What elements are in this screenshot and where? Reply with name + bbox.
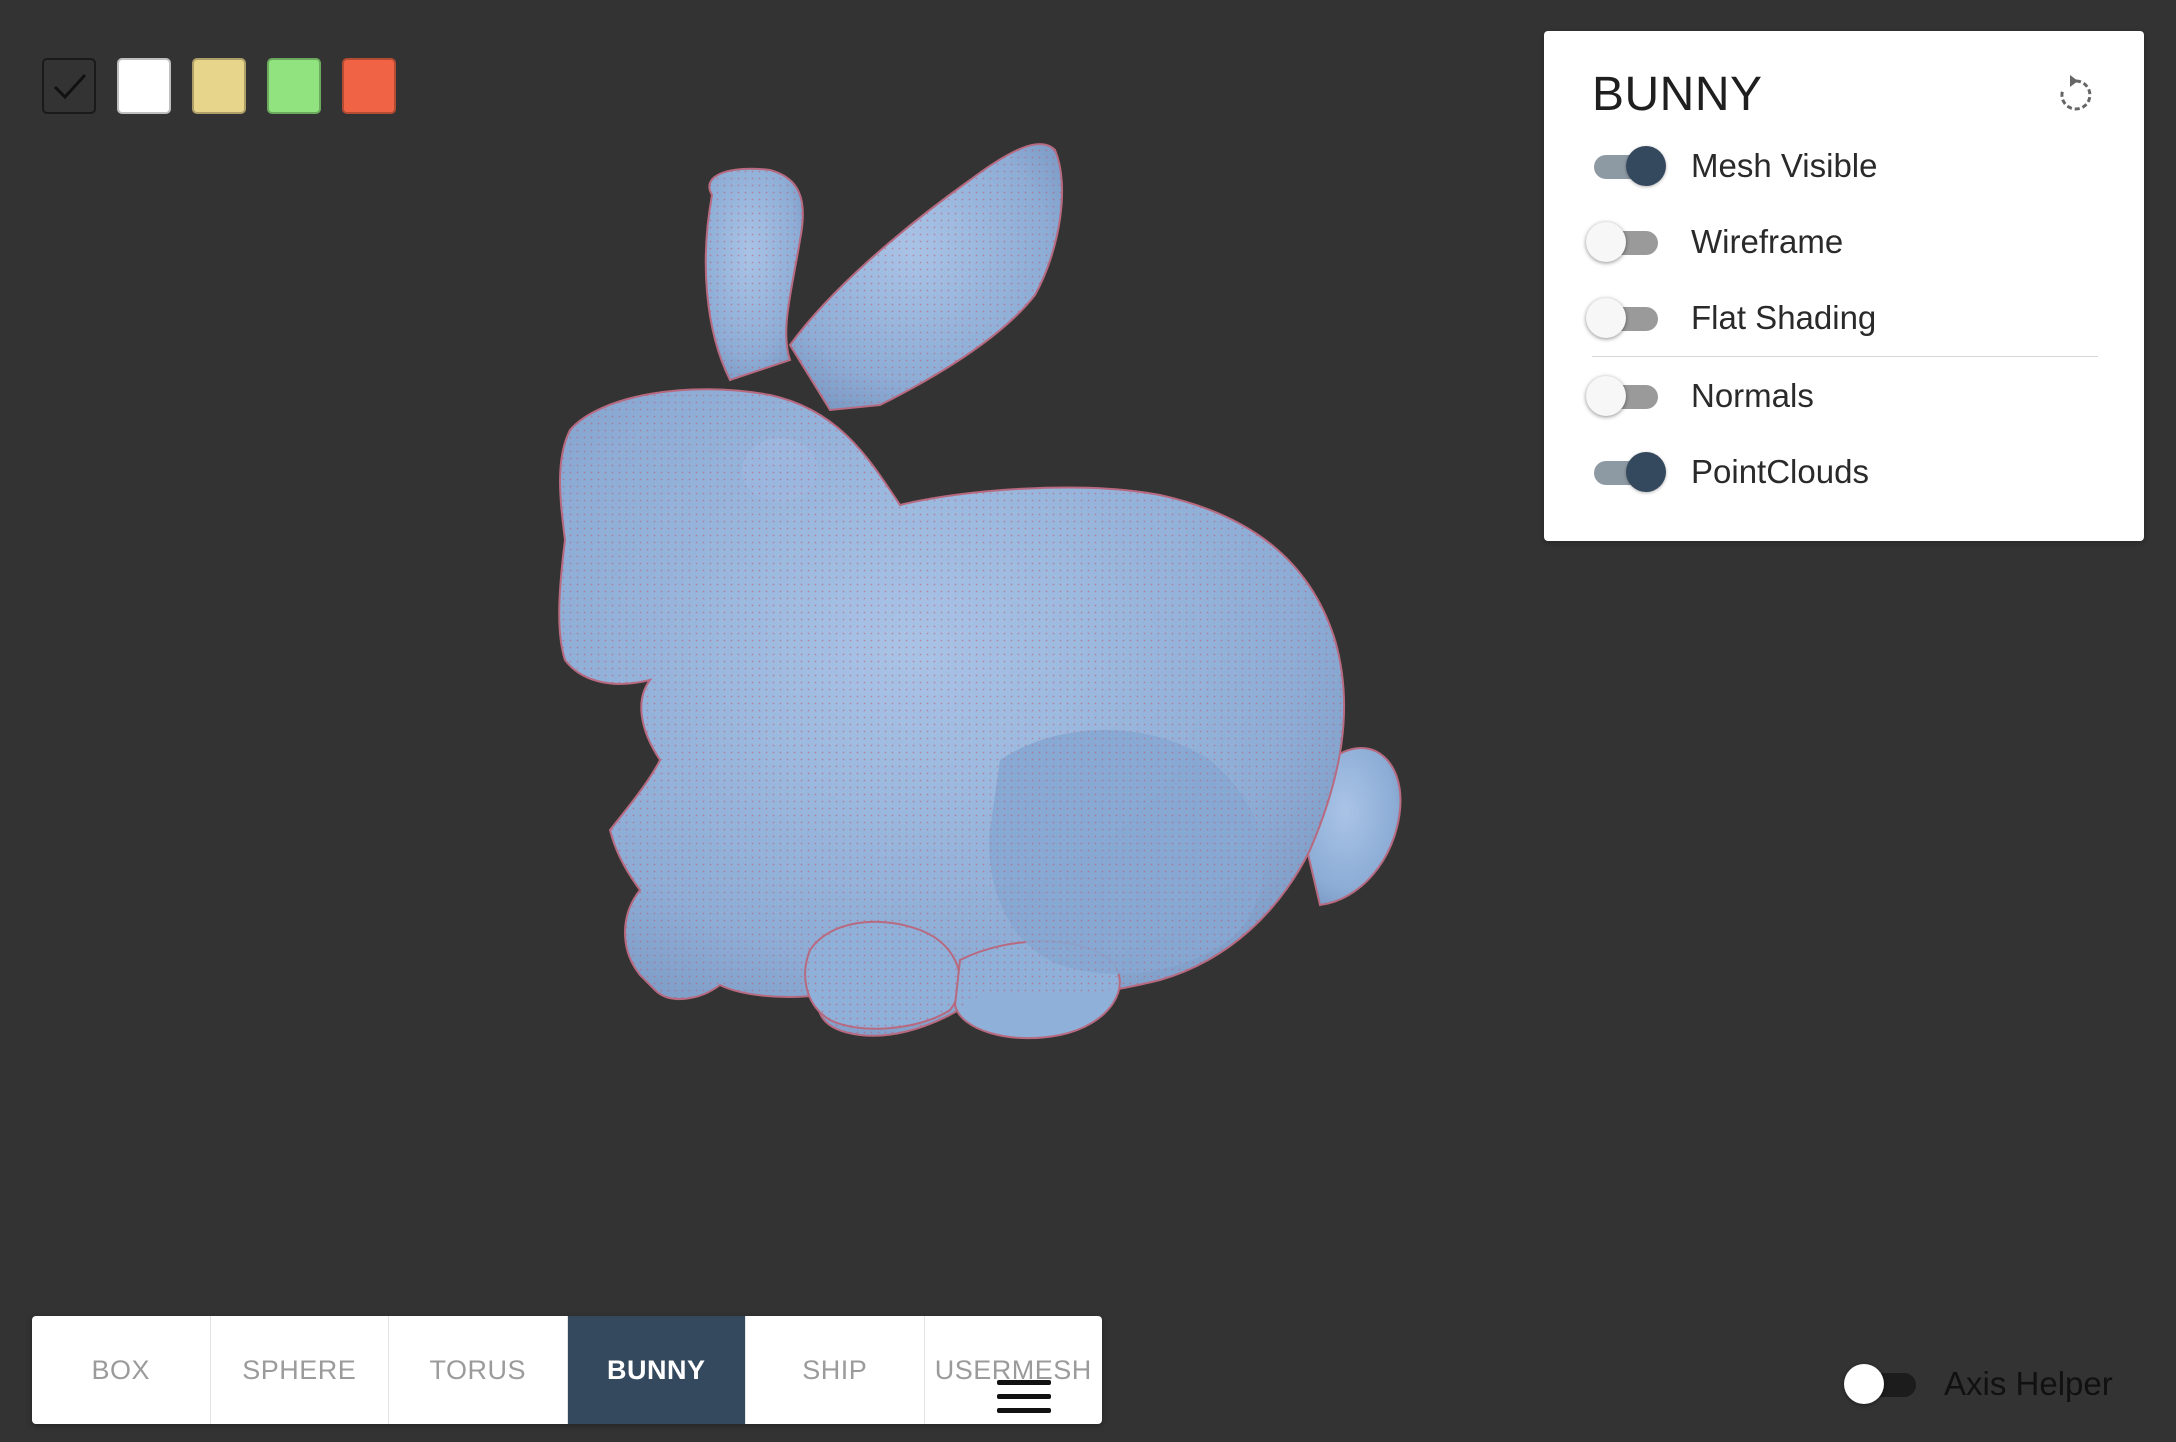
option-row-normals: Normals: [1586, 366, 1814, 426]
tab-ship[interactable]: SHIP: [746, 1316, 925, 1424]
tab-torus[interactable]: TORUS: [389, 1316, 568, 1424]
panel-title: BUNNY: [1592, 68, 1763, 121]
axis-helper: Axis Helper: [1844, 1364, 2113, 1404]
option-row-mesh-visible: Mesh Visible: [1588, 136, 1877, 196]
option-label: Mesh Visible: [1691, 147, 1878, 184]
pointclouds-toggle[interactable]: [1588, 452, 1666, 492]
3d-viewport[interactable]: [0, 0, 1540, 1300]
option-row-pointclouds: PointClouds: [1588, 442, 1869, 502]
wireframe-toggle[interactable]: [1586, 222, 1664, 262]
option-label: PointClouds: [1691, 453, 1869, 490]
panel-divider: [1592, 356, 2098, 357]
option-row-wireframe: Wireframe: [1586, 212, 1844, 272]
tab-sphere[interactable]: SPHERE: [211, 1316, 389, 1424]
option-label: Wireframe: [1691, 223, 1844, 260]
rotate-ccw-icon[interactable]: [2054, 73, 2098, 117]
bunny-model: [558, 143, 1402, 1040]
axis-helper-toggle[interactable]: [1844, 1364, 1922, 1404]
flat-shading-toggle[interactable]: [1586, 298, 1664, 338]
option-label: Flat Shading: [1691, 299, 1877, 336]
axis-helper-label: Axis Helper: [1944, 1365, 2113, 1402]
tab-bunny[interactable]: BUNNY: [567, 1316, 746, 1424]
mesh-visible-toggle[interactable]: [1588, 146, 1666, 186]
tab-box[interactable]: BOX: [32, 1316, 211, 1424]
option-row-flat-shading: Flat Shading: [1586, 288, 1877, 348]
normals-toggle[interactable]: [1586, 376, 1664, 416]
model-tabs: BOX SPHERE TORUS BUNNY SHIP USERMESH: [32, 1316, 1102, 1424]
option-label: Normals: [1691, 377, 1814, 414]
hamburger-menu-icon[interactable]: [997, 1378, 1051, 1416]
model-options-panel: BUNNY Mesh Visible Wireframe Flat Shadin…: [1544, 31, 2144, 541]
